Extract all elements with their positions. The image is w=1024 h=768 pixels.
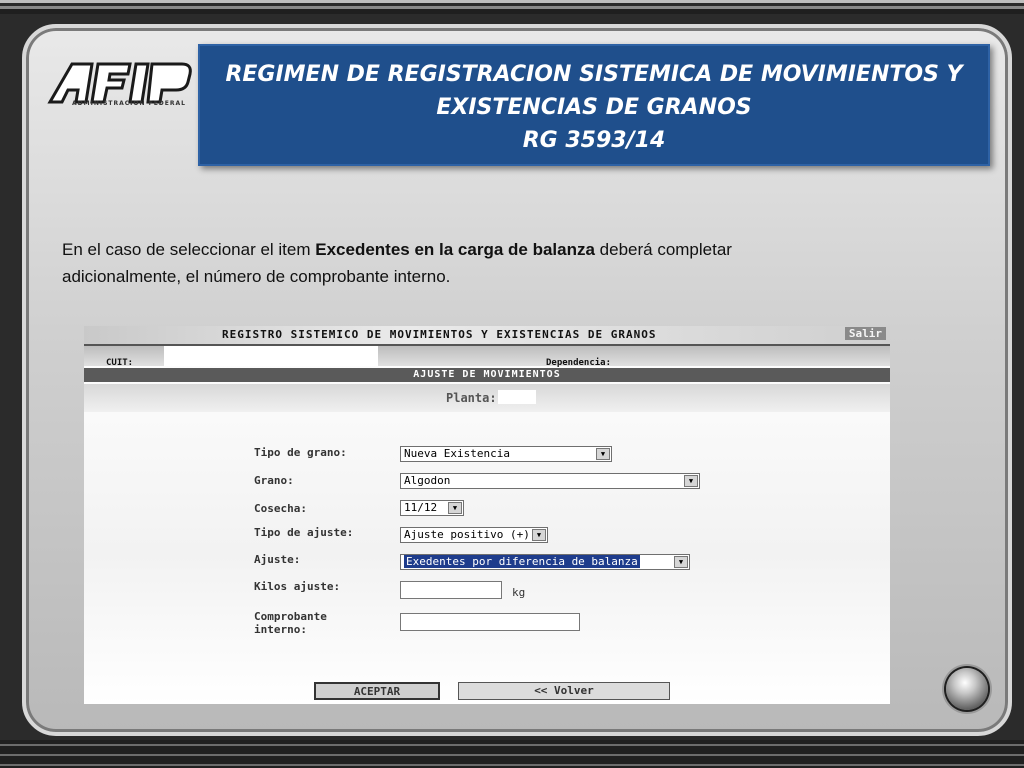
comprobante-label: Comprobante interno: — [254, 610, 327, 636]
app-window: REGISTRO SISTEMICO DE MOVIMIENTOS Y EXIS… — [84, 326, 890, 704]
frame-bottom — [0, 740, 1024, 768]
cuit-value — [164, 346, 378, 366]
ajuste-value: Exedentes por diferencia de balanza — [404, 555, 640, 568]
desc-text-3: adicionalmente, el número de comprobante… — [62, 267, 451, 286]
aceptar-button[interactable]: ACEPTAR — [314, 682, 440, 700]
title-line-3: RG 3593/14 — [522, 128, 666, 153]
chevron-down-icon[interactable]: ▼ — [448, 502, 462, 514]
nav-orb-button[interactable] — [946, 668, 988, 710]
tipo-grano-select[interactable]: Nueva Existencia ▼ — [400, 446, 612, 462]
salir-link[interactable]: Salir — [844, 327, 886, 340]
grano-label: Grano: — [254, 474, 294, 487]
kilos-input[interactable] — [400, 581, 502, 599]
cuit-bar: CUIT: Dependencia: — [84, 346, 890, 368]
logo-subtitle: ADMINISTRACION FEDERAL — [72, 100, 186, 107]
frame-top — [0, 0, 1024, 14]
tipo-grano-label: Tipo de grano: — [254, 446, 347, 459]
tipo-ajuste-select[interactable]: Ajuste positivo (+) ▼ — [400, 527, 548, 543]
volver-button[interactable]: << Volver — [458, 682, 670, 700]
comprobante-label-2: interno: — [254, 623, 307, 636]
slide-description: En el caso de seleccionar el item Excede… — [62, 236, 902, 290]
ajuste-label: Ajuste: — [254, 553, 301, 566]
cosecha-label: Cosecha: — [254, 502, 307, 515]
app-header: REGISTRO SISTEMICO DE MOVIMIENTOS Y EXIS… — [84, 326, 890, 346]
kilos-unit: kg — [512, 586, 526, 599]
title-line-2: EXISTENCIAS DE GRANOS — [436, 95, 752, 120]
title-line-1: REGIMEN DE REGISTRACION SISTEMICA DE MOV… — [225, 62, 963, 87]
grano-value: Algodon — [404, 474, 451, 487]
chevron-down-icon[interactable]: ▼ — [684, 475, 698, 487]
section-title: AJUSTE DE MOVIMIENTOS — [84, 368, 890, 382]
planta-row: Planta: — [84, 384, 890, 412]
desc-bold: Excedentes en la carga de balanza — [315, 240, 595, 259]
slide-title: REGIMEN DE REGISTRACION SISTEMICA DE MOV… — [198, 44, 990, 166]
kilos-label: Kilos ajuste: — [254, 580, 341, 593]
comprobante-input[interactable] — [400, 613, 580, 631]
grano-select[interactable]: Algodon ▼ — [400, 473, 700, 489]
comprobante-label-1: Comprobante — [254, 610, 327, 623]
desc-text-1: En el caso de seleccionar el item — [62, 240, 316, 259]
planta-input[interactable] — [498, 390, 536, 404]
chevron-down-icon[interactable]: ▼ — [596, 448, 610, 460]
tipo-ajuste-label: Tipo de ajuste: — [254, 526, 354, 539]
tipo-ajuste-value: Ajuste positivo (+) — [404, 528, 530, 541]
dependencia-label: Dependencia: — [546, 358, 612, 368]
chevron-down-icon[interactable]: ▼ — [532, 529, 546, 541]
desc-text-2: deberá completar — [594, 240, 732, 259]
cuit-label: CUIT: — [106, 358, 134, 368]
tipo-grano-value: Nueva Existencia — [404, 447, 510, 460]
chevron-down-icon[interactable]: ▼ — [674, 556, 688, 568]
app-header-title: REGISTRO SISTEMICO DE MOVIMIENTOS Y EXIS… — [222, 328, 657, 341]
cosecha-select[interactable]: 11/12 ▼ — [400, 500, 464, 516]
ajuste-select[interactable]: Exedentes por diferencia de balanza ▼ — [400, 554, 690, 570]
cosecha-value: 11/12 — [404, 501, 438, 514]
planta-label: Planta: — [446, 391, 497, 405]
